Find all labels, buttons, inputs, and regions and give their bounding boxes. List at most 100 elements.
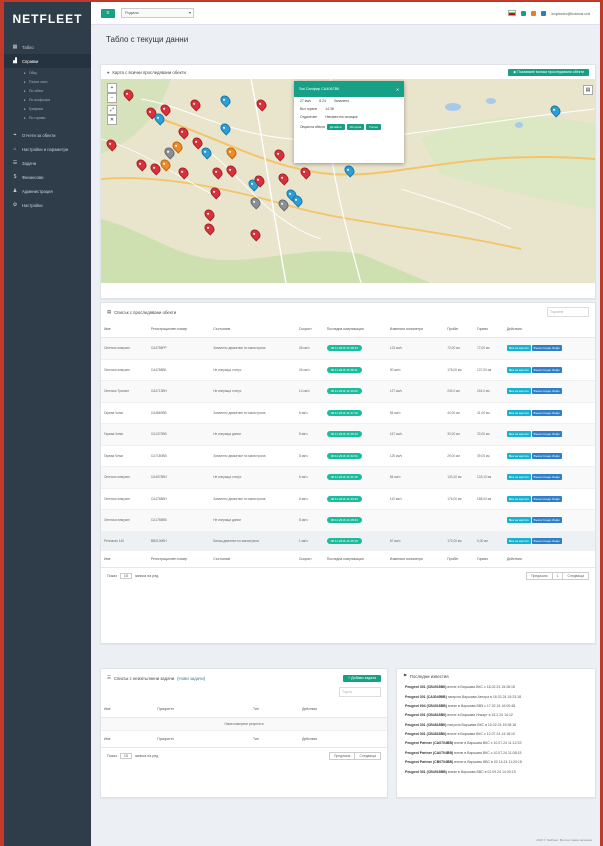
- sidebar-subitem-general[interactable]: ▸ Общ: [4, 68, 91, 77]
- language-flag-icon[interactable]: [508, 10, 517, 16]
- column-header[interactable]: Тип: [250, 730, 300, 748]
- column-header[interactable]: Последна комуникация: [323, 550, 387, 568]
- popup-trips-button[interactable]: Пътни: [366, 124, 381, 130]
- column-header[interactable]: Име: [101, 550, 148, 568]
- follow-info-button[interactable]: Възла Следв. Инфо: [531, 474, 562, 481]
- view-on-map-button[interactable]: Виж на картата: [506, 517, 531, 524]
- view-on-map-button[interactable]: Виж на картата: [506, 345, 531, 352]
- fullscreen-button[interactable]: ⤢: [107, 105, 117, 115]
- column-header[interactable]: Гориво: [474, 550, 504, 568]
- view-on-map-button[interactable]: Виж на картата: [506, 495, 531, 502]
- column-header[interactable]: Гориво: [474, 321, 504, 338]
- follow-info-button[interactable]: Възла Следв. Инфо: [531, 388, 562, 395]
- sidebar-item-reports[interactable]: ▟ Справки: [4, 54, 91, 68]
- popup-details-button[interactable]: Детайли: [326, 124, 345, 130]
- column-header[interactable]: Тип: [250, 701, 300, 718]
- follow-info-button[interactable]: Възла Следв. Инфо: [531, 537, 562, 544]
- view-on-map-button[interactable]: Виж на картата: [506, 409, 531, 416]
- sidebar-item-admin[interactable]: ♟ Администрация: [4, 184, 91, 198]
- menu-toggle-button[interactable]: ≡: [101, 8, 115, 18]
- messages-icon[interactable]: [521, 10, 527, 16]
- sidebar-item-object-reports[interactable]: ⌖ Отчети за обекти: [4, 128, 91, 142]
- follow-info-button[interactable]: Възла Следв. Инфо: [531, 517, 562, 524]
- sidebar-subitem-fuel[interactable]: ▸ По гориво: [4, 113, 91, 122]
- map-layers-icon[interactable]: ▤: [583, 85, 593, 95]
- sidebar-item-finance[interactable]: $ Финансови: [4, 170, 91, 184]
- tasks-page-size-select[interactable]: 15: [119, 753, 132, 759]
- follow-info-button[interactable]: Възла Следв. Инфо: [531, 495, 562, 502]
- column-header[interactable]: Изминати километри: [386, 550, 445, 568]
- column-header[interactable]: Действия: [503, 550, 595, 568]
- show-all-objects-button[interactable]: ◉ Показване всички проследявани обекти: [508, 68, 589, 76]
- column-header[interactable]: Действия: [299, 701, 387, 718]
- add-task-button[interactable]: + Добави задача: [343, 674, 381, 682]
- view-on-map-button[interactable]: Виж на картата: [506, 388, 531, 395]
- follow-info-button[interactable]: Възла Следв. Инфо: [531, 366, 562, 373]
- column-header[interactable]: Приоритет: [154, 730, 251, 748]
- column-header[interactable]: Пробег: [444, 321, 475, 338]
- notification-item[interactable]: Peugeot 904 (СВ4918ВВ) влезе в Варшава В…: [397, 702, 595, 711]
- new-tasks-link[interactable]: (Нови задачи): [177, 676, 205, 681]
- tasks-search-input[interactable]: Търси: [339, 687, 381, 697]
- objects-search-input[interactable]: Търсене: [547, 307, 589, 317]
- notification-item[interactable]: Peugeot 301 (СА3049ВВ) напусна Варшава А…: [397, 692, 595, 701]
- sidebar-item-settings[interactable]: ⚙ Настройки: [4, 198, 91, 212]
- follow-info-button[interactable]: Възла Следв. Инфо: [531, 452, 562, 459]
- column-header[interactable]: Регистрационен номер: [147, 550, 211, 568]
- column-header[interactable]: Последна комуникация: [323, 321, 387, 338]
- page-size-select[interactable]: 15: [119, 572, 132, 579]
- column-header[interactable]: Скорост: [295, 321, 324, 338]
- column-header[interactable]: Регистрационен номер: [147, 321, 211, 338]
- next-page-button[interactable]: Следваща: [355, 753, 380, 759]
- page-1-button[interactable]: 1: [552, 572, 564, 579]
- prev-page-button[interactable]: Предишна: [527, 572, 553, 579]
- column-header[interactable]: Скорост: [295, 550, 324, 568]
- map-canvas[interactable]: + − ⤢ ✕ ▤ Sat Сапфир СА4067ВК ✕ 27 км/ч …: [101, 79, 595, 283]
- sidebar-subitem-graphs[interactable]: ▸ Графики: [4, 104, 91, 113]
- avatar[interactable]: [541, 10, 547, 16]
- column-header[interactable]: Действия: [299, 730, 387, 748]
- column-header[interactable]: Действия: [503, 321, 595, 338]
- view-on-map-button[interactable]: Виж на картата: [506, 452, 531, 459]
- app-logo[interactable]: NETFLEET: [4, 2, 91, 36]
- notification-item[interactable]: Peugeot Partner (СА0704ВВ) влезе в Варша…: [397, 749, 595, 758]
- notifications-icon[interactable]: [531, 10, 537, 16]
- notification-item[interactable]: Peugeot 301 (СВ4818ВК) влезе в Варшава В…: [397, 730, 595, 739]
- column-header[interactable]: Пробег: [444, 550, 475, 568]
- sidebar-subitem-by-object[interactable]: ▸ По обект: [4, 86, 91, 95]
- notification-item[interactable]: Peugeot 301 (СВ4818ВК) напусна Варшава В…: [397, 721, 595, 730]
- sidebar-item-dashboard[interactable]: ▦ Табло: [4, 40, 91, 54]
- column-header[interactable]: Състояние: [210, 550, 296, 568]
- follow-info-button[interactable]: Възла Следв. Инфо: [531, 431, 562, 438]
- zoom-in-button[interactable]: +: [107, 83, 117, 93]
- sidebar-subitem-by-driver[interactable]: ▸ По шофьори: [4, 95, 91, 104]
- column-header[interactable]: Име: [101, 321, 148, 338]
- column-header[interactable]: Име: [101, 701, 155, 718]
- sidebar-item-tasks[interactable]: ☰ Задачи: [4, 156, 91, 170]
- sidebar-item-settings-params[interactable]: ⌂ Настройки и параметри: [4, 142, 91, 156]
- notification-item[interactable]: Peugeot 301 (СВ4918ВК) влезе в Варшава В…: [397, 683, 595, 692]
- column-header[interactable]: Изминати километри: [386, 321, 445, 338]
- user-email[interactable]: kopincev@kotova.ord: [551, 11, 590, 16]
- notification-item[interactable]: Peugeot 301 (СВ4818ВК) влезе в Варшава И…: [397, 711, 595, 720]
- close-icon[interactable]: ✕: [396, 87, 399, 92]
- notification-item[interactable]: Peugeot 301 (СВ4918ВВ) влезе в Варшава В…: [397, 767, 595, 776]
- view-on-map-button[interactable]: Виж на картата: [506, 474, 531, 481]
- next-page-button[interactable]: Следваща: [563, 572, 588, 579]
- company-select[interactable]: Родина ▾: [121, 8, 194, 18]
- column-header[interactable]: Приоритет: [154, 701, 251, 718]
- sidebar-subitem-waybill[interactable]: ▸ Пътни лист: [4, 77, 91, 86]
- follow-info-button[interactable]: Възла Следв. Инфо: [531, 345, 562, 352]
- follow-info-button[interactable]: Възла Следв. Инфо: [531, 409, 562, 416]
- column-header[interactable]: Име: [101, 730, 155, 748]
- view-on-map-button[interactable]: Виж на картата: [506, 537, 531, 544]
- zoom-out-button[interactable]: −: [107, 93, 117, 103]
- popup-history-button[interactable]: История: [346, 124, 365, 130]
- view-on-map-button[interactable]: Виж на картата: [506, 431, 531, 438]
- notification-item[interactable]: Peugeot Partner (СВ0704ВВ) влезе в Варша…: [397, 758, 595, 767]
- layers-button[interactable]: ✕: [107, 115, 117, 125]
- notification-item[interactable]: Peugeot Partner (СА0704ВВ) влезе в Варша…: [397, 739, 595, 748]
- prev-page-button[interactable]: Предишна: [329, 753, 356, 759]
- view-on-map-button[interactable]: Виж на картата: [506, 366, 531, 373]
- column-header[interactable]: Състояние: [210, 321, 296, 338]
